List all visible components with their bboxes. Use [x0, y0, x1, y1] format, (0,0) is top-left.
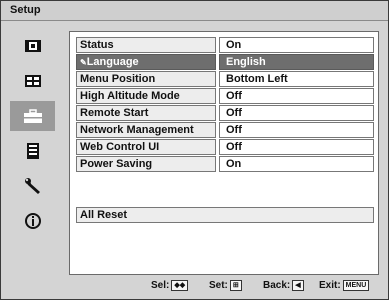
power-saving-row[interactable]: Power Saving On [76, 156, 374, 172]
language-icon: ✎ [80, 58, 87, 67]
menu-icon[interactable] [10, 136, 55, 166]
exit-hint: Exit: MENU [319, 280, 370, 291]
row-value[interactable]: English [219, 54, 374, 70]
row-label: Web Control UI [76, 139, 216, 155]
row-label: ✎Language [76, 54, 216, 70]
footer-help-bar: Sel: ◆◆ Set: ⊞ Back: ◀ Exit: MENU [1, 277, 388, 297]
updown-keys-icon: ◆◆ [171, 280, 189, 291]
row-label: Remote Start [76, 105, 216, 121]
row-label: Menu Position [76, 71, 216, 87]
row-value[interactable]: Off [219, 105, 374, 121]
title-bar: Setup [1, 1, 388, 21]
language-row[interactable]: ✎Language English [76, 54, 374, 70]
row-value[interactable]: Bottom Left [219, 71, 374, 87]
row-value[interactable]: Off [219, 122, 374, 138]
enter-key-icon: ⊞ [229, 280, 242, 291]
sidebar [10, 31, 55, 241]
menu-position-row[interactable]: Menu Position Bottom Left [76, 71, 374, 87]
info-icon[interactable] [10, 206, 55, 236]
row-value[interactable]: Off [219, 88, 374, 104]
row-value[interactable]: On [219, 37, 374, 53]
high-altitude-mode-row[interactable]: High Altitude Mode Off [76, 88, 374, 104]
row-label: High Altitude Mode [76, 88, 216, 104]
left-key-icon: ◀ [292, 280, 304, 291]
picture-icon[interactable] [10, 31, 55, 61]
menu-key-icon: MENU [342, 280, 370, 291]
setup-menu-window: Setup Status On ✎Language English Menu P… [0, 0, 389, 300]
web-control-ui-row[interactable]: Web Control UI Off [76, 139, 374, 155]
back-hint: Back: ◀ [263, 280, 304, 291]
wrench-icon[interactable] [10, 171, 55, 201]
row-label: Status [76, 37, 216, 53]
row-value[interactable]: On [219, 156, 374, 172]
row-value[interactable]: Off [219, 139, 374, 155]
set-hint: Set: ⊞ [209, 280, 242, 291]
status-row[interactable]: Status On [76, 37, 374, 53]
network-management-row[interactable]: Network Management Off [76, 122, 374, 138]
menu-title: Setup [10, 4, 41, 16]
row-label: Network Management [76, 122, 216, 138]
settings-panel: Status On ✎Language English Menu Positio… [69, 31, 379, 275]
setup-toolbox-icon[interactable] [10, 101, 55, 131]
all-reset-button[interactable]: All Reset [76, 207, 374, 223]
sel-hint: Sel: ◆◆ [151, 280, 189, 291]
row-label: Power Saving [76, 156, 216, 172]
remote-start-row[interactable]: Remote Start Off [76, 105, 374, 121]
screen-icon[interactable] [10, 66, 55, 96]
